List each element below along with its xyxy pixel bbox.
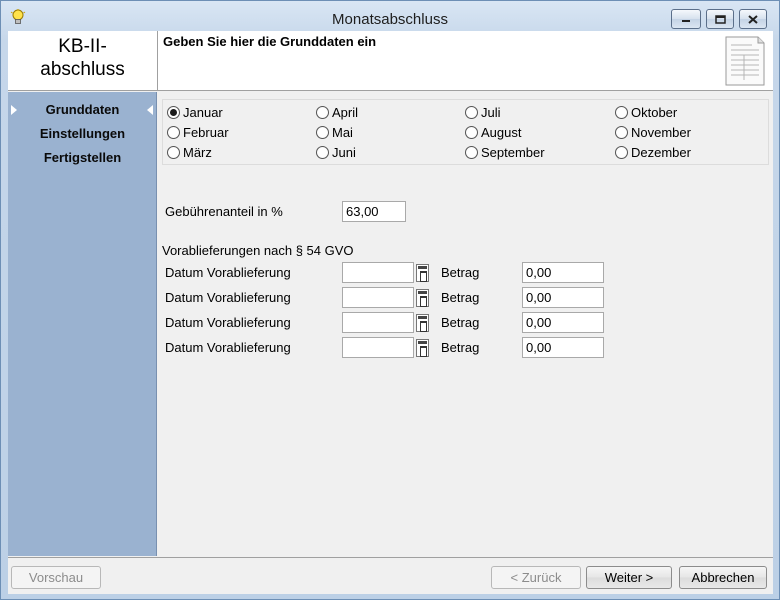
radio-indicator bbox=[316, 105, 329, 119]
month-radio-februar[interactable]: Februar bbox=[167, 123, 229, 141]
fee-label: Gebührenanteil in % bbox=[165, 204, 283, 219]
month-radio-juni[interactable]: Juni bbox=[316, 143, 356, 161]
arrow-left-icon bbox=[147, 105, 153, 115]
calendar-icon[interactable] bbox=[416, 289, 429, 307]
month-label: Februar bbox=[183, 124, 229, 140]
month-radio-oktober[interactable]: Oktober bbox=[615, 103, 677, 121]
arrow-right-icon bbox=[11, 105, 17, 115]
close-button[interactable] bbox=[739, 9, 767, 29]
advance-date-label: Datum Vorablieferung bbox=[165, 315, 291, 330]
advance-date-label: Datum Vorablieferung bbox=[165, 290, 291, 305]
next-button[interactable]: Weiter > bbox=[586, 566, 672, 589]
radio-indicator bbox=[167, 145, 180, 159]
month-radio-dezember[interactable]: Dezember bbox=[615, 143, 691, 161]
month-label: September bbox=[481, 144, 545, 160]
month-group: Januar Februar März April Mai Juni Juli … bbox=[162, 99, 769, 165]
month-label: April bbox=[332, 104, 359, 120]
client-area: KB-II- abschluss Geben Sie hier die Grun… bbox=[8, 31, 773, 594]
logo-line-1: KB-II- bbox=[58, 36, 107, 57]
radio-indicator bbox=[465, 145, 478, 159]
restore-icon bbox=[714, 14, 726, 24]
advance-amount-input[interactable] bbox=[522, 337, 604, 358]
advance-date-label: Datum Vorablieferung bbox=[165, 340, 291, 355]
calendar-icon[interactable] bbox=[416, 314, 429, 332]
month-label: November bbox=[631, 124, 691, 140]
advance-date-input[interactable] bbox=[342, 287, 414, 308]
advance-amount-label: Betrag bbox=[441, 315, 480, 330]
month-label: Juli bbox=[481, 104, 501, 120]
instruction-text: Geben Sie hier die Grunddaten ein bbox=[163, 34, 377, 49]
close-icon bbox=[748, 14, 758, 24]
wizard-window: Monatsabschluss KB-II- abschluss Geben S… bbox=[0, 0, 780, 600]
advance-date-label: Datum Vorablieferung bbox=[165, 265, 291, 280]
document-icon bbox=[725, 36, 765, 86]
sidebar-item-fertigstellen[interactable]: Fertigstellen bbox=[8, 146, 157, 170]
month-radio-september[interactable]: September bbox=[465, 143, 545, 161]
fee-input[interactable] bbox=[342, 201, 406, 222]
title-bar: Monatsabschluss bbox=[1, 1, 779, 31]
wizard-header: KB-II- abschluss Geben Sie hier die Grun… bbox=[8, 31, 773, 91]
month-label: Mai bbox=[332, 124, 353, 140]
advance-section-label: Vorablieferungen nach § 54 GVO bbox=[162, 243, 354, 258]
month-label: Januar bbox=[183, 104, 223, 120]
logo-line-2: abschluss bbox=[40, 59, 125, 80]
radio-indicator bbox=[465, 105, 478, 119]
month-radio-april[interactable]: April bbox=[316, 103, 358, 121]
wizard-footer: Vorschau < Zurück Weiter > Abbrechen bbox=[8, 557, 773, 594]
sidebar-item-label: Fertigstellen bbox=[43, 150, 122, 165]
month-label: Dezember bbox=[631, 144, 691, 160]
wizard-sidebar: Grunddaten Einstellungen Fertigstellen bbox=[8, 92, 157, 556]
advance-amount-input[interactable] bbox=[522, 262, 604, 283]
advance-amount-label: Betrag bbox=[441, 290, 480, 305]
calendar-icon[interactable] bbox=[416, 264, 429, 282]
sidebar-item-grunddaten[interactable]: Grunddaten bbox=[8, 98, 157, 122]
month-radio-mai[interactable]: Mai bbox=[316, 123, 353, 141]
radio-indicator bbox=[615, 125, 628, 139]
advance-amount-label: Betrag bbox=[441, 265, 480, 280]
window-title: Monatsabschluss bbox=[332, 11, 448, 28]
month-label: Juni bbox=[332, 144, 356, 160]
back-button[interactable]: < Zurück bbox=[491, 566, 581, 589]
wizard-content: Januar Februar März April Mai Juni Juli … bbox=[158, 92, 773, 556]
radio-indicator bbox=[167, 125, 180, 139]
cancel-button[interactable]: Abbrechen bbox=[679, 566, 767, 589]
minimize-button[interactable] bbox=[671, 9, 701, 29]
radio-indicator bbox=[615, 145, 628, 159]
month-radio-november[interactable]: November bbox=[615, 123, 691, 141]
month-radio-januar[interactable]: Januar bbox=[167, 103, 223, 121]
sidebar-item-einstellungen[interactable]: Einstellungen bbox=[8, 122, 157, 146]
calendar-icon[interactable] bbox=[416, 339, 429, 357]
advance-amount-input[interactable] bbox=[522, 287, 604, 308]
sidebar-item-label: Grunddaten bbox=[45, 102, 120, 117]
advance-date-input[interactable] bbox=[342, 312, 414, 333]
month-radio-august[interactable]: August bbox=[465, 123, 521, 141]
advance-amount-input[interactable] bbox=[522, 312, 604, 333]
advance-date-input[interactable] bbox=[342, 337, 414, 358]
month-radio-maerz[interactable]: März bbox=[167, 143, 212, 161]
month-label: August bbox=[481, 124, 522, 140]
radio-indicator bbox=[316, 125, 329, 139]
minimize-icon bbox=[682, 20, 690, 22]
month-label: März bbox=[183, 144, 212, 160]
wizard-logo: KB-II- abschluss bbox=[8, 31, 158, 91]
advance-amount-label: Betrag bbox=[441, 340, 480, 355]
radio-indicator bbox=[316, 145, 329, 159]
advance-date-input[interactable] bbox=[342, 262, 414, 283]
radio-indicator bbox=[615, 105, 628, 119]
restore-button[interactable] bbox=[706, 9, 734, 29]
month-label: Oktober bbox=[631, 104, 678, 120]
radio-indicator bbox=[167, 105, 180, 119]
preview-button[interactable]: Vorschau bbox=[11, 566, 101, 589]
month-radio-juli[interactable]: Juli bbox=[465, 103, 501, 121]
sidebar-item-label: Einstellungen bbox=[39, 126, 126, 141]
radio-indicator bbox=[465, 125, 478, 139]
